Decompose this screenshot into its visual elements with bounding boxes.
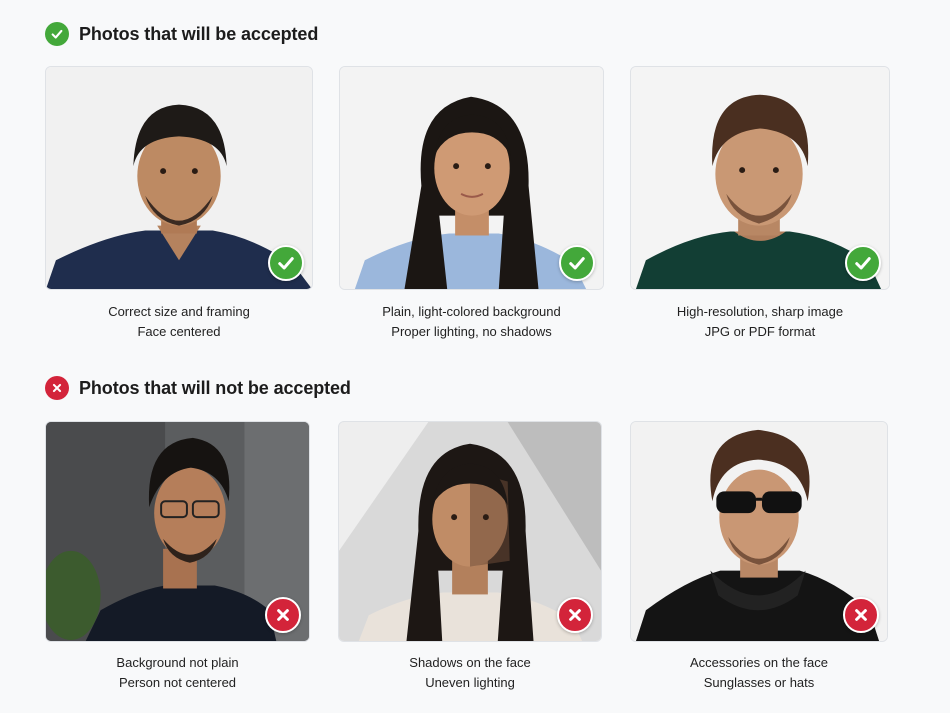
accepted-photo-2	[339, 66, 604, 290]
caption-line: Accessories on the face	[689, 655, 829, 670]
caption-line: Plain, light-colored background	[382, 304, 561, 319]
caption-line: Proper lighting, no shadows	[391, 324, 552, 339]
accepted-photo-1	[45, 66, 313, 290]
accepted-check-badge	[559, 245, 595, 281]
accepted-caption-1: Correct size and framing Face centered	[45, 302, 313, 342]
caption-line: Background not plain	[116, 655, 239, 670]
rejected-section-title: Photos that will not be accepted	[79, 377, 351, 398]
caption-line: Correct size and framing	[108, 304, 250, 319]
rejected-caption-2: Shadows on the face Uneven lighting	[338, 653, 602, 693]
rejected-photo-2	[338, 421, 602, 642]
caption-line: High-resolution, sharp image	[676, 304, 844, 319]
rejected-caption-1: Background not plain Person not centered	[45, 653, 310, 693]
rejected-x-badge	[265, 597, 301, 633]
accepted-check-badge	[845, 245, 881, 281]
accepted-section-header: Photos that will be accepted	[45, 22, 318, 46]
accepted-caption-3: High-resolution, sharp image JPG or PDF …	[630, 302, 890, 342]
caption-line: JPG or PDF format	[704, 324, 816, 339]
caption-line: Person not centered	[118, 675, 237, 690]
caption-line: Sunglasses or hats	[703, 675, 815, 690]
rejected-x-badge	[557, 597, 593, 633]
accepted-check-badge	[268, 245, 304, 281]
check-circle-icon	[45, 22, 69, 46]
accepted-photo-3	[630, 66, 890, 290]
accepted-caption-2: Plain, light-colored background Proper l…	[339, 302, 604, 342]
caption-line: Uneven lighting	[425, 675, 515, 690]
rejected-x-badge	[843, 597, 879, 633]
caption-line: Face centered	[137, 324, 221, 339]
caption-line: Shadows on the face	[409, 655, 531, 670]
x-circle-icon	[45, 376, 69, 400]
rejected-section-header: Photos that will not be accepted	[45, 376, 351, 400]
rejected-photo-3	[630, 421, 888, 642]
accepted-section-title: Photos that will be accepted	[79, 23, 319, 44]
rejected-caption-3: Accessories on the face Sunglasses or ha…	[630, 653, 888, 693]
rejected-photo-1	[45, 421, 310, 642]
